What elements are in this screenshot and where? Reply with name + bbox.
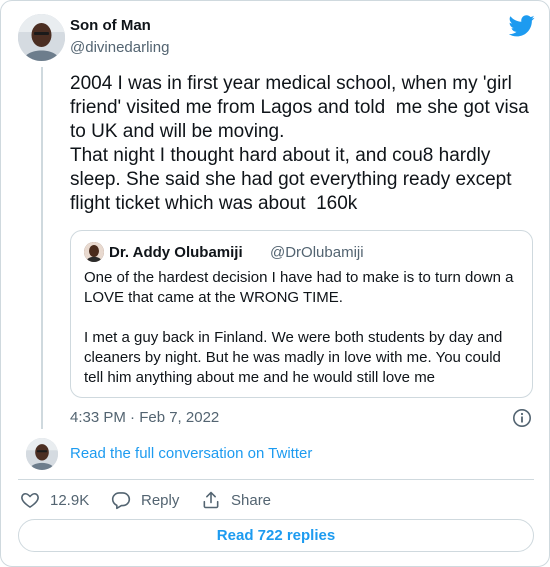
quoted-tweet[interactable]: Dr. Addy Olubamiji @DrOlubamiji One of t…: [70, 230, 533, 398]
speech-bubble-icon: [111, 492, 131, 510]
quoted-tweet-text: One of the hardest decision I have had t…: [84, 268, 524, 388]
share-button[interactable]: Share: [201, 489, 271, 511]
share-label: Share: [231, 491, 272, 509]
author-avatar[interactable]: [18, 14, 65, 61]
author-handle[interactable]: @divinedarling: [70, 39, 169, 56]
info-icon[interactable]: [512, 408, 532, 428]
tweet-timestamp[interactable]: 4:33 PM · Feb 7, 2022: [70, 409, 219, 426]
quoted-author-name: Dr. Addy Olubamiji: [109, 244, 243, 261]
thread-line: [41, 67, 43, 429]
like-button[interactable]: 12.9K: [20, 489, 89, 511]
divider: [18, 479, 534, 480]
quoted-author-avatar: [84, 242, 104, 262]
like-count: 12.9K: [50, 491, 90, 509]
quoted-paragraph-2: I met a guy back in Finland. We were bot…: [84, 329, 503, 386]
tweet-text: 2004 I was in first year medical school,…: [70, 73, 529, 214]
twitter-bird-icon[interactable]: [508, 15, 535, 37]
author-name[interactable]: Son of Man: [70, 17, 151, 34]
share-upload-icon: [203, 491, 219, 509]
reply-label: Reply: [141, 491, 180, 509]
embedded-tweet-card: Son of Man @divinedarling 2004 I was in …: [0, 0, 550, 567]
quoted-author-handle: @DrOlubamiji: [270, 244, 364, 261]
read-replies-button[interactable]: Read 722 replies: [18, 519, 534, 552]
quoted-paragraph-1: One of the hardest decision I have had t…: [84, 269, 514, 306]
heart-icon: [21, 492, 39, 508]
read-full-conversation-link[interactable]: Read the full conversation on Twitter: [70, 445, 312, 462]
author-avatar-small[interactable]: [26, 438, 58, 470]
reply-button[interactable]: Reply: [111, 489, 179, 511]
